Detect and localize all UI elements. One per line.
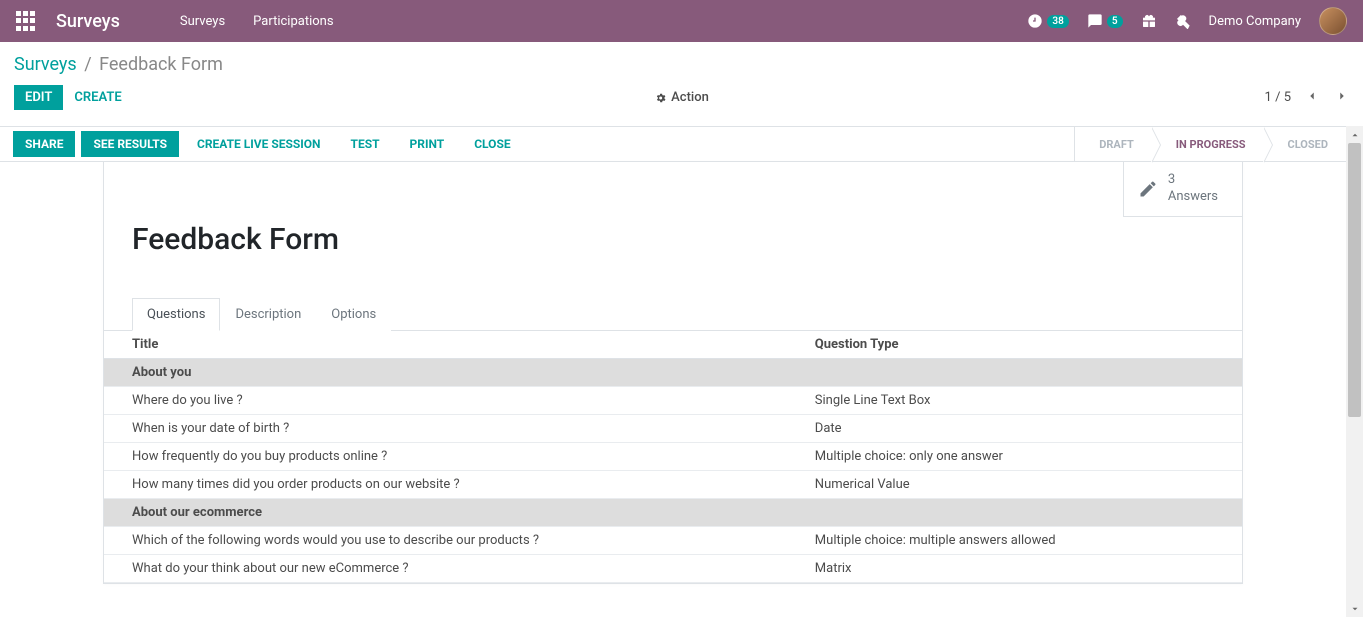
action-menu[interactable]: Action xyxy=(654,90,709,105)
chat-icon xyxy=(1087,13,1103,29)
record-title: Feedback Form xyxy=(104,162,1242,297)
table-row[interactable]: How frequently do you buy products onlin… xyxy=(104,443,1242,471)
table-section: About our ecommerce xyxy=(104,499,1242,527)
table-row[interactable]: How many times did you order products on… xyxy=(104,471,1242,499)
table-section: About you xyxy=(104,359,1242,387)
user-avatar[interactable] xyxy=(1319,7,1347,35)
timer-button[interactable]: 38 xyxy=(1027,13,1068,29)
apps-icon[interactable] xyxy=(14,9,38,33)
chevron-up-icon xyxy=(1350,130,1360,140)
see-results-button[interactable]: SEE RESULTS xyxy=(81,131,179,157)
tab-description[interactable]: Description xyxy=(220,298,316,331)
create-live-session-button[interactable]: CREATE LIVE SESSION xyxy=(185,131,333,157)
gift-button[interactable] xyxy=(1141,13,1157,29)
chevron-down-icon xyxy=(1350,604,1360,614)
table-row[interactable]: Which of the following words would you u… xyxy=(104,527,1242,555)
nav-surveys[interactable]: Surveys xyxy=(180,14,225,29)
breadcrumb-parent[interactable]: Surveys xyxy=(14,54,77,75)
timer-badge: 38 xyxy=(1047,15,1068,28)
edit-icon xyxy=(1138,179,1158,199)
scroll-down[interactable] xyxy=(1346,600,1363,617)
company-name[interactable]: Demo Company xyxy=(1209,14,1301,29)
questions-table: Title Question Type About youWhere do yo… xyxy=(104,330,1242,583)
chevron-right-icon xyxy=(1335,89,1349,103)
status-in-progress[interactable]: IN PROGRESS xyxy=(1152,127,1264,161)
answers-stat-button[interactable]: 3Answers xyxy=(1123,162,1242,217)
clock-icon xyxy=(1027,13,1043,29)
tools-button[interactable] xyxy=(1175,13,1191,29)
top-nav: Surveys Surveys Participations 38 5 Demo… xyxy=(0,0,1363,42)
nav-participations[interactable]: Participations xyxy=(253,14,333,29)
pager-text[interactable]: 1 / 5 xyxy=(1265,90,1291,105)
edit-button[interactable]: EDIT xyxy=(14,85,63,110)
tab-questions[interactable]: Questions xyxy=(132,298,220,331)
create-button[interactable]: CREATE xyxy=(63,85,132,110)
scroll-thumb[interactable] xyxy=(1348,143,1361,417)
pager-prev[interactable] xyxy=(1305,89,1319,107)
table-row[interactable]: What do your think about our new eCommer… xyxy=(104,555,1242,583)
gift-icon xyxy=(1141,13,1157,29)
pager-next[interactable] xyxy=(1335,89,1349,107)
tab-options[interactable]: Options xyxy=(316,298,391,331)
status-draft[interactable]: DRAFT xyxy=(1075,127,1152,161)
print-button[interactable]: PRINT xyxy=(398,131,457,157)
table-row[interactable]: When is your date of birth ?Date xyxy=(104,415,1242,443)
close-button[interactable]: CLOSE xyxy=(462,131,522,157)
chevron-left-icon xyxy=(1305,89,1319,103)
tools-icon xyxy=(1175,13,1191,29)
table-row[interactable]: Where do you live ?Single Line Text Box xyxy=(104,387,1242,415)
breadcrumb: Surveys / Feedback Form xyxy=(14,54,1349,75)
col-title: Title xyxy=(104,331,787,359)
discuss-button[interactable]: 5 xyxy=(1087,13,1123,29)
share-button[interactable]: SHARE xyxy=(13,131,75,157)
form-sheet: 3Answers Feedback Form Questions Descrip… xyxy=(103,161,1243,584)
scrollbar[interactable] xyxy=(1346,126,1363,617)
gear-icon xyxy=(654,92,666,104)
col-question-type: Question Type xyxy=(787,331,1242,359)
status-closed[interactable]: CLOSED xyxy=(1264,127,1347,161)
test-button[interactable]: TEST xyxy=(339,131,392,157)
scroll-up[interactable] xyxy=(1346,126,1363,143)
breadcrumb-current: Feedback Form xyxy=(99,54,223,75)
app-brand[interactable]: Surveys xyxy=(56,11,120,32)
discuss-badge: 5 xyxy=(1107,15,1123,28)
